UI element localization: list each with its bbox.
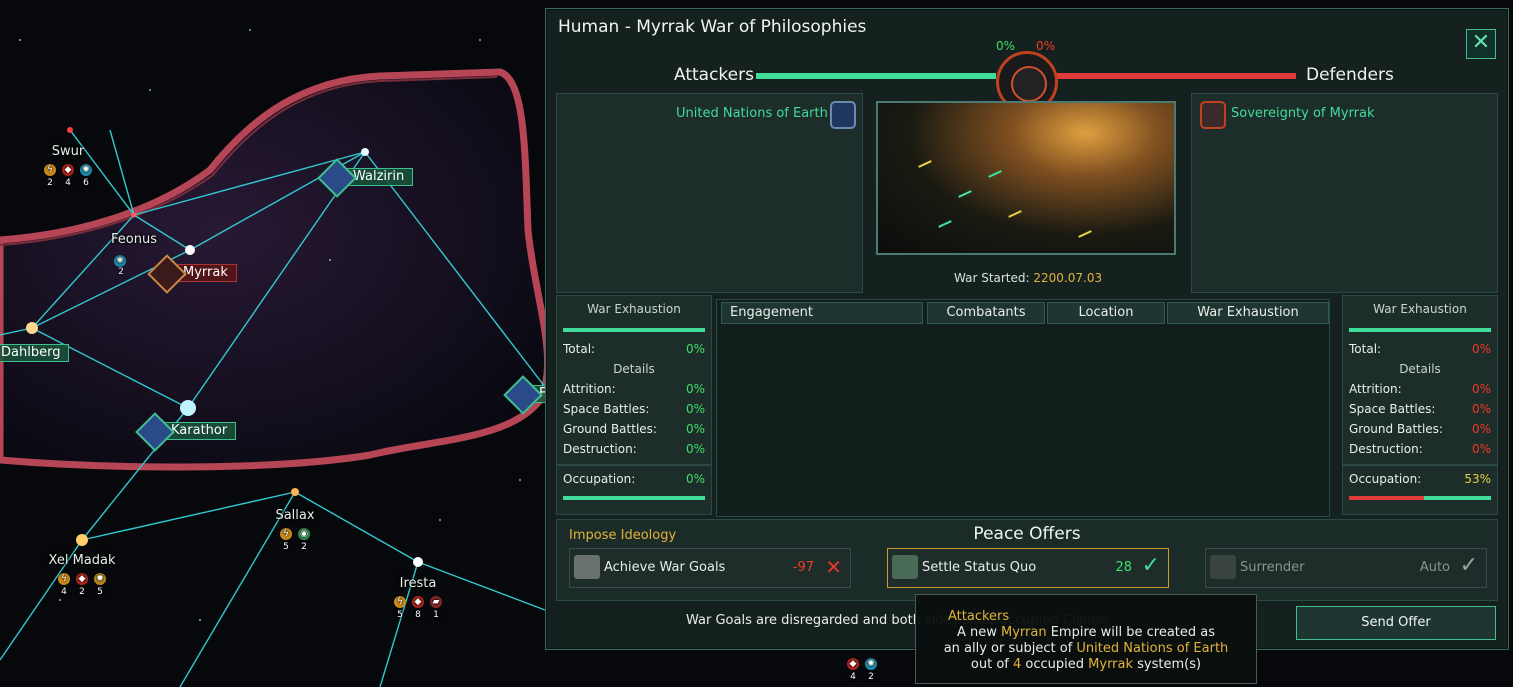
resource-row: ϟ4 ◆ 2 ✹ 5 xyxy=(57,573,107,597)
defender-exhaustion-panel: War Exhaustion Total: 0% Details Attritio… xyxy=(1342,295,1498,465)
attacker-occupation-bar xyxy=(563,496,705,500)
resource-row: ϟ5 ◆ 8 ▰ 1 xyxy=(393,596,443,620)
defenders-label: Defenders xyxy=(1306,65,1394,85)
fist-icon xyxy=(574,555,600,579)
attacker-occupation-panel: Occupation: 0% xyxy=(556,465,712,515)
send-offer-button[interactable]: Send Offer xyxy=(1296,606,1496,640)
attacker-warscore-bar xyxy=(756,73,996,79)
alloys-icon: ▰ xyxy=(430,596,442,608)
minerals-icon: ◆ xyxy=(847,658,859,670)
defender-total: 0% xyxy=(1471,342,1491,356)
science-icon: ✺ xyxy=(114,255,126,267)
defender-occupation-fill xyxy=(1349,496,1425,500)
accept-icon: ✓ xyxy=(1459,553,1478,578)
defender-warscore: 0% xyxy=(1036,39,1056,53)
achieve-war-goals-button[interactable]: Achieve War Goals -97 ✕ xyxy=(569,548,851,588)
feonus-science: ✺ 2 xyxy=(114,252,128,277)
settle-status-quo-button[interactable]: Settle Status Quo 28 ✓ xyxy=(887,548,1169,588)
attackers-label: Attackers xyxy=(674,65,754,85)
col-engagement[interactable]: Engagement xyxy=(721,302,923,324)
minerals-icon: ◆ xyxy=(62,164,74,176)
energy-icon: ϟ xyxy=(58,573,70,585)
minerals-icon: ◆ xyxy=(76,573,88,585)
accept-icon: ✓ xyxy=(1141,553,1160,578)
energy-icon: ϟ xyxy=(280,528,292,540)
reject-icon: ✕ xyxy=(825,555,842,579)
myrrak-emblem-icon xyxy=(1200,101,1226,129)
system-name: Iresta xyxy=(399,576,437,591)
gear-icon: ✹ xyxy=(94,573,106,585)
system-tag-myrrak[interactable]: Myrrak xyxy=(147,254,237,294)
minerals-icon: ◆ xyxy=(412,596,424,608)
energy-icon: ϟ xyxy=(44,164,56,176)
col-combatants[interactable]: Combatants xyxy=(927,302,1045,324)
system-tag-walzirin[interactable]: Walzirin xyxy=(317,158,414,198)
attacker-exhaustion-bar xyxy=(563,328,705,332)
system-name: Sallax xyxy=(275,508,315,523)
science-icon: ✺ xyxy=(80,164,92,176)
planet-icon: ◉ xyxy=(298,528,310,540)
flag-icon xyxy=(892,555,918,579)
system-tag-karathor[interactable]: Karathor xyxy=(135,412,237,452)
peace-offers-panel: Peace Offers Impose Ideology Achieve War… xyxy=(556,519,1498,601)
attacker-exhaustion-panel: War Exhaustion Total: 0% Details Attritio… xyxy=(556,295,712,465)
peace-offer-tooltip: Attackers A new Myrran Empire will be cr… xyxy=(915,594,1257,684)
attacker-info-panel xyxy=(556,93,863,293)
resource-row: ◆ 4 ✺ 2 xyxy=(846,658,878,682)
attacker-warscore: 0% xyxy=(996,39,1016,53)
peace-offers-title: Peace Offers xyxy=(973,524,1081,544)
col-location[interactable]: Location xyxy=(1047,302,1165,324)
defender-occupation-panel: Occupation: 53% xyxy=(1342,465,1498,515)
war-started: War Started: 2200.07.03 xyxy=(954,271,1103,285)
defender-exhaustion-bar xyxy=(1349,328,1491,332)
system-name: Xel Madak xyxy=(48,553,116,568)
impose-ideology-label: Impose Ideology xyxy=(569,528,677,543)
defender-warscore-bar xyxy=(1052,73,1296,79)
close-button[interactable]: ✕ xyxy=(1466,29,1496,59)
system-name: Feonus xyxy=(111,232,157,247)
system-tag-dahlberg[interactable]: Dahlberg xyxy=(0,344,70,362)
engagement-table[interactable]: Engagement Combatants Location War Exhau… xyxy=(716,299,1330,517)
resource-row: ϟ5 ◉ 2 xyxy=(279,528,311,552)
surrender-button[interactable]: Surrender Auto ✓ xyxy=(1205,548,1487,588)
war-illustration xyxy=(876,101,1176,255)
attacker-total: 0% xyxy=(685,342,705,356)
system-name: Swur xyxy=(51,144,85,159)
war-panel: Human - Myrrak War of Philosophies ✕ Att… xyxy=(545,8,1509,650)
resource-row: ϟ2 ◆ 4 ✺ 6 xyxy=(43,164,93,188)
defender-occupation-track xyxy=(1349,496,1491,500)
tooltip-title: Attackers xyxy=(948,609,1010,624)
attacker-empire-name[interactable]: United Nations of Earth xyxy=(676,106,828,121)
defender-empire-name[interactable]: Sovereignty of Myrrak xyxy=(1231,106,1375,121)
col-war-exhaustion[interactable]: War Exhaustion xyxy=(1167,302,1329,324)
panel-title: Human - Myrrak War of Philosophies xyxy=(558,17,867,37)
defender-info-panel xyxy=(1191,93,1498,293)
surrender-flag-icon xyxy=(1210,555,1236,579)
science-icon: ✺ xyxy=(865,658,877,670)
war-start-date: 2200.07.03 xyxy=(1033,271,1103,285)
energy-icon: ϟ xyxy=(394,596,406,608)
human-emblem-icon xyxy=(830,101,856,129)
